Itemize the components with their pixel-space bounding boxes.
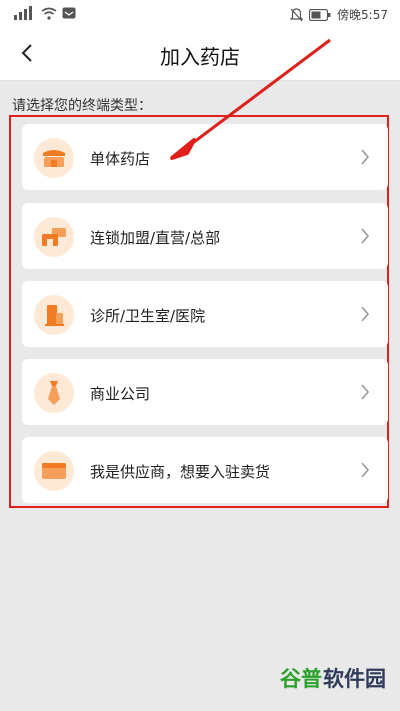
- chevron-right-icon: [361, 149, 370, 165]
- option-chain-franchise[interactable]: 连锁加盟/直营/总部: [22, 203, 388, 269]
- watermark-logo: 谷普 软件园: [280, 667, 386, 691]
- status-left: [14, 6, 76, 20]
- chevron-right-icon: [361, 462, 370, 478]
- battery-icon: [309, 8, 331, 21]
- store-icon: [34, 138, 74, 178]
- option-commercial-company[interactable]: 商业公司: [22, 359, 388, 425]
- clinic-icon: [34, 295, 74, 335]
- status-time: 傍晚5:57: [337, 8, 388, 22]
- option-label: 诊所/卫生室/医院: [90, 307, 206, 325]
- option-label: 我是供应商，想要入驻卖货: [90, 463, 271, 481]
- status-right: 傍晚5:57: [290, 6, 388, 23]
- option-label: 商业公司: [90, 385, 151, 403]
- tie-icon: [34, 373, 74, 413]
- option-clinic-hospital[interactable]: 诊所/卫生室/医院: [22, 281, 388, 347]
- status-bar: 傍晚5:57: [0, 0, 400, 28]
- message-icon: [62, 7, 76, 19]
- option-single-pharmacy[interactable]: 单体药店: [22, 124, 388, 190]
- nav-bar: 加入药店: [0, 28, 400, 81]
- terminal-type-prompt: 请选择您的终端类型：: [12, 98, 152, 114]
- supplier-box-icon: [34, 451, 74, 491]
- option-label: 连锁加盟/直营/总部: [90, 229, 221, 247]
- option-supplier[interactable]: 我是供应商，想要入驻卖货: [22, 437, 388, 503]
- mute-bell-icon: [290, 7, 304, 21]
- chevron-right-icon: [361, 306, 370, 322]
- sim-signal-icon: [14, 6, 32, 20]
- page-title: 加入药店: [160, 45, 240, 69]
- chain-store-icon: [34, 217, 74, 257]
- chevron-right-icon: [361, 384, 370, 400]
- chevron-right-icon: [361, 228, 370, 244]
- wifi-icon: [41, 7, 57, 20]
- option-label: 单体药店: [90, 150, 151, 168]
